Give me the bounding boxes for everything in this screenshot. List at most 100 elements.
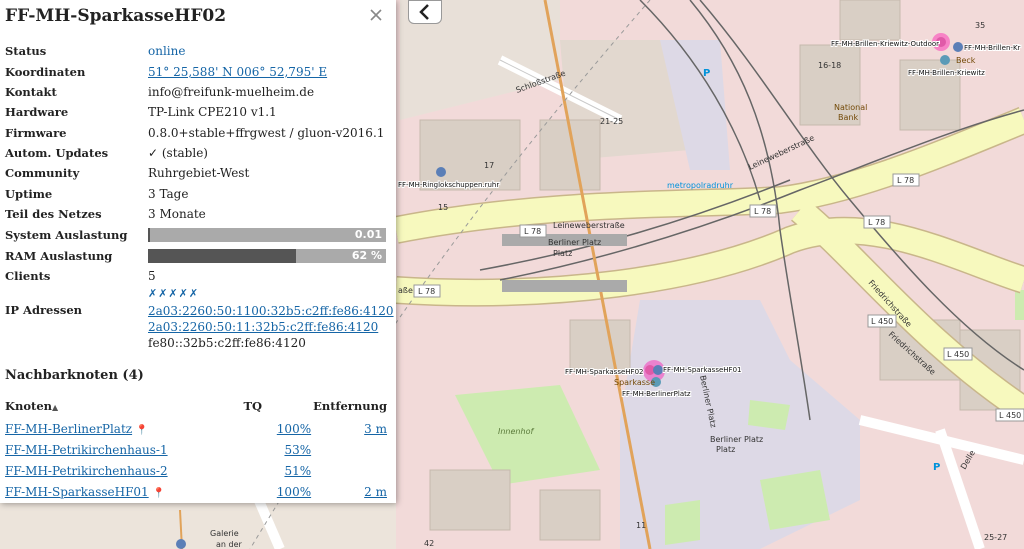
parking-icon: P: [933, 462, 940, 473]
street-label: Platz: [553, 249, 572, 258]
contact-row: Kontakt info@freifunk-muelheim.de: [5, 83, 388, 101]
node-label: FF-MH-Ringlokschuppen.ruhr: [398, 181, 499, 189]
close-button[interactable]: [367, 6, 385, 24]
ip-address: fe80::32b5:c2ff:fe86:4120: [148, 336, 306, 350]
coords-link[interactable]: 51° 25,588' N 006° 52,795' E: [148, 65, 327, 79]
area-label: an der: [216, 540, 243, 549]
chevron-left-icon: [419, 4, 429, 20]
ip-address-link[interactable]: 2a03:2260:50:1100:32b5:c2ff:fe86:4120: [148, 303, 394, 319]
ram-value: 62 %: [351, 249, 382, 262]
street-label: Leineweberstraße: [553, 221, 625, 230]
table-row: FF-MH-Petrikirchenhaus-1 53%: [5, 439, 387, 460]
community-value: Ruhrgebiet-West: [148, 166, 250, 180]
road-ref: L 78: [897, 176, 914, 185]
contact-label: Kontakt: [5, 85, 57, 99]
poi-label: metropolradruhr: [667, 181, 734, 190]
status-row: Status online: [5, 42, 388, 60]
coords-label: Koordinaten: [5, 65, 86, 79]
autoupdate-row: Autom. Updates ✓ (stable): [5, 144, 388, 162]
distance-column-header[interactable]: Entfernung: [313, 399, 387, 418]
netpart-value: 3 Monate: [148, 207, 206, 221]
table-row: FF-MH-Petrikirchenhaus-2 51%: [5, 460, 387, 481]
clients-icons: ✗✗✗✗✗: [148, 284, 388, 302]
hardware-value: TP-Link CPE210 v1.1: [148, 105, 277, 119]
netpart-row: Teil des Netzes 3 Monate: [5, 205, 388, 223]
table-row: FF-MH-SparkasseHF01 📍 100% 2 m: [5, 481, 387, 502]
netpart-label: Teil des Netzes: [5, 207, 102, 221]
street-label: Berliner Platz: [548, 238, 601, 247]
node-label: FF-MH-SparkasseHF01: [663, 366, 741, 374]
ram-row: RAM Auslastung 62 %: [5, 247, 388, 265]
ram-label: RAM Auslastung: [5, 249, 113, 263]
road-ref: L 78: [868, 218, 885, 227]
hardware-row: Hardware TP-Link CPE210 v1.1: [5, 103, 388, 121]
area-label: Galerie: [210, 529, 239, 538]
house-number: 16-18: [818, 61, 841, 70]
tq-header-label: TQ: [243, 399, 263, 413]
tq-link[interactable]: 51%: [284, 464, 311, 478]
neighbour-link[interactable]: FF-MH-SparkasseHF01: [5, 485, 149, 499]
road-ref: L 450: [947, 350, 969, 359]
clients-label: Clients: [5, 269, 51, 283]
map-pin-icon[interactable]: 📍: [153, 488, 165, 499]
poi-label: Beck: [956, 56, 976, 65]
coords-row: Koordinaten 51° 25,588' N 006° 52,795' E: [5, 63, 388, 81]
street-label: Berliner Platz: [710, 435, 763, 444]
tq-link[interactable]: 100%: [277, 485, 311, 499]
road-ref: L 450: [871, 317, 893, 326]
neighbour-link[interactable]: FF-MH-Petrikirchenhaus-2: [5, 464, 168, 478]
uptime-value: 3 Tage: [148, 187, 189, 201]
distance-link[interactable]: 2 m: [364, 485, 387, 499]
uptime-label: Uptime: [5, 187, 53, 201]
tq-link[interactable]: 100%: [277, 422, 311, 436]
node-column-header[interactable]: Knoten▲: [5, 399, 243, 418]
status-label: Status: [5, 44, 47, 58]
poi-label: Sparkasse: [614, 378, 655, 387]
ip-row: IP Adressen 2a03:2260:50:1100:32b5:c2ff:…: [5, 303, 394, 353]
house-number: 17: [484, 161, 494, 170]
firmware-row: Firmware 0.8.0+stable+ffrgwest / gluon-v…: [5, 124, 388, 142]
sort-asc-icon: ▲: [52, 402, 59, 412]
sysload-row: System Auslastung 0.01: [5, 226, 388, 244]
area-label: Innenhof: [498, 427, 534, 436]
distance-link[interactable]: 3 m: [364, 422, 387, 436]
table-row: FF-MH-BerlinerPlatz 📍 100% 3 m: [5, 418, 387, 439]
autoupdate-value: ✓ (stable): [148, 146, 208, 160]
ip-address-link[interactable]: 2a03:2260:50:11:32b5:c2ff:fe86:4120: [148, 319, 394, 335]
ram-bar: 62 %: [148, 249, 386, 263]
autoupdate-label: Autom. Updates: [5, 146, 109, 160]
clients-value: 5: [148, 269, 156, 283]
back-button[interactable]: [408, 0, 442, 24]
house-number: 15: [438, 203, 448, 212]
road-ref: L 78: [418, 287, 435, 296]
ip-list: 2a03:2260:50:1100:32b5:c2ff:fe86:4120 2a…: [148, 303, 394, 351]
contact-value: info@freifunk-muelheim.de: [148, 85, 315, 99]
map-pin-icon[interactable]: 📍: [136, 425, 148, 436]
uptime-row: Uptime 3 Tage: [5, 185, 388, 203]
house-number: 42: [424, 539, 434, 548]
community-row: Community Ruhrgebiet-West: [5, 164, 388, 182]
house-number: 21-25: [600, 117, 623, 126]
street-label: Platz: [716, 445, 735, 454]
sysload-value: 0.01: [354, 228, 382, 241]
road-ref: L 450: [999, 411, 1021, 420]
ram-bar-fill: [148, 249, 296, 263]
table-header-row: Knoten▲ TQ Entfernung: [5, 399, 387, 418]
node-label: FF-MH-Brillen-Kriewitz-Outdoor: [831, 40, 939, 48]
sysload-bar: 0.01: [148, 228, 386, 242]
node-label: FF-MH-Brillen-Kr: [964, 44, 1021, 52]
tq-link[interactable]: 53%: [284, 443, 311, 457]
sysload-label: System Auslastung: [5, 228, 128, 242]
firmware-value: 0.8.0+stable+ffrgwest / gluon-v2016.1: [148, 126, 385, 140]
neighbour-link[interactable]: FF-MH-Petrikirchenhaus-1: [5, 443, 168, 457]
neighbour-link[interactable]: FF-MH-BerlinerPlatz: [5, 422, 132, 436]
tq-column-header[interactable]: TQ: [243, 399, 313, 418]
poi-label: National: [834, 103, 867, 112]
house-number: 25-27: [984, 533, 1007, 542]
ip-label: IP Adressen: [5, 303, 82, 317]
hardware-label: Hardware: [5, 105, 69, 119]
house-number: 35: [975, 21, 985, 30]
node-label: FF-MH-Brillen-Kriewitz: [908, 69, 985, 77]
street-label: aße: [398, 286, 413, 295]
node-title: FF-MH-SparkasseHF02: [5, 6, 227, 26]
